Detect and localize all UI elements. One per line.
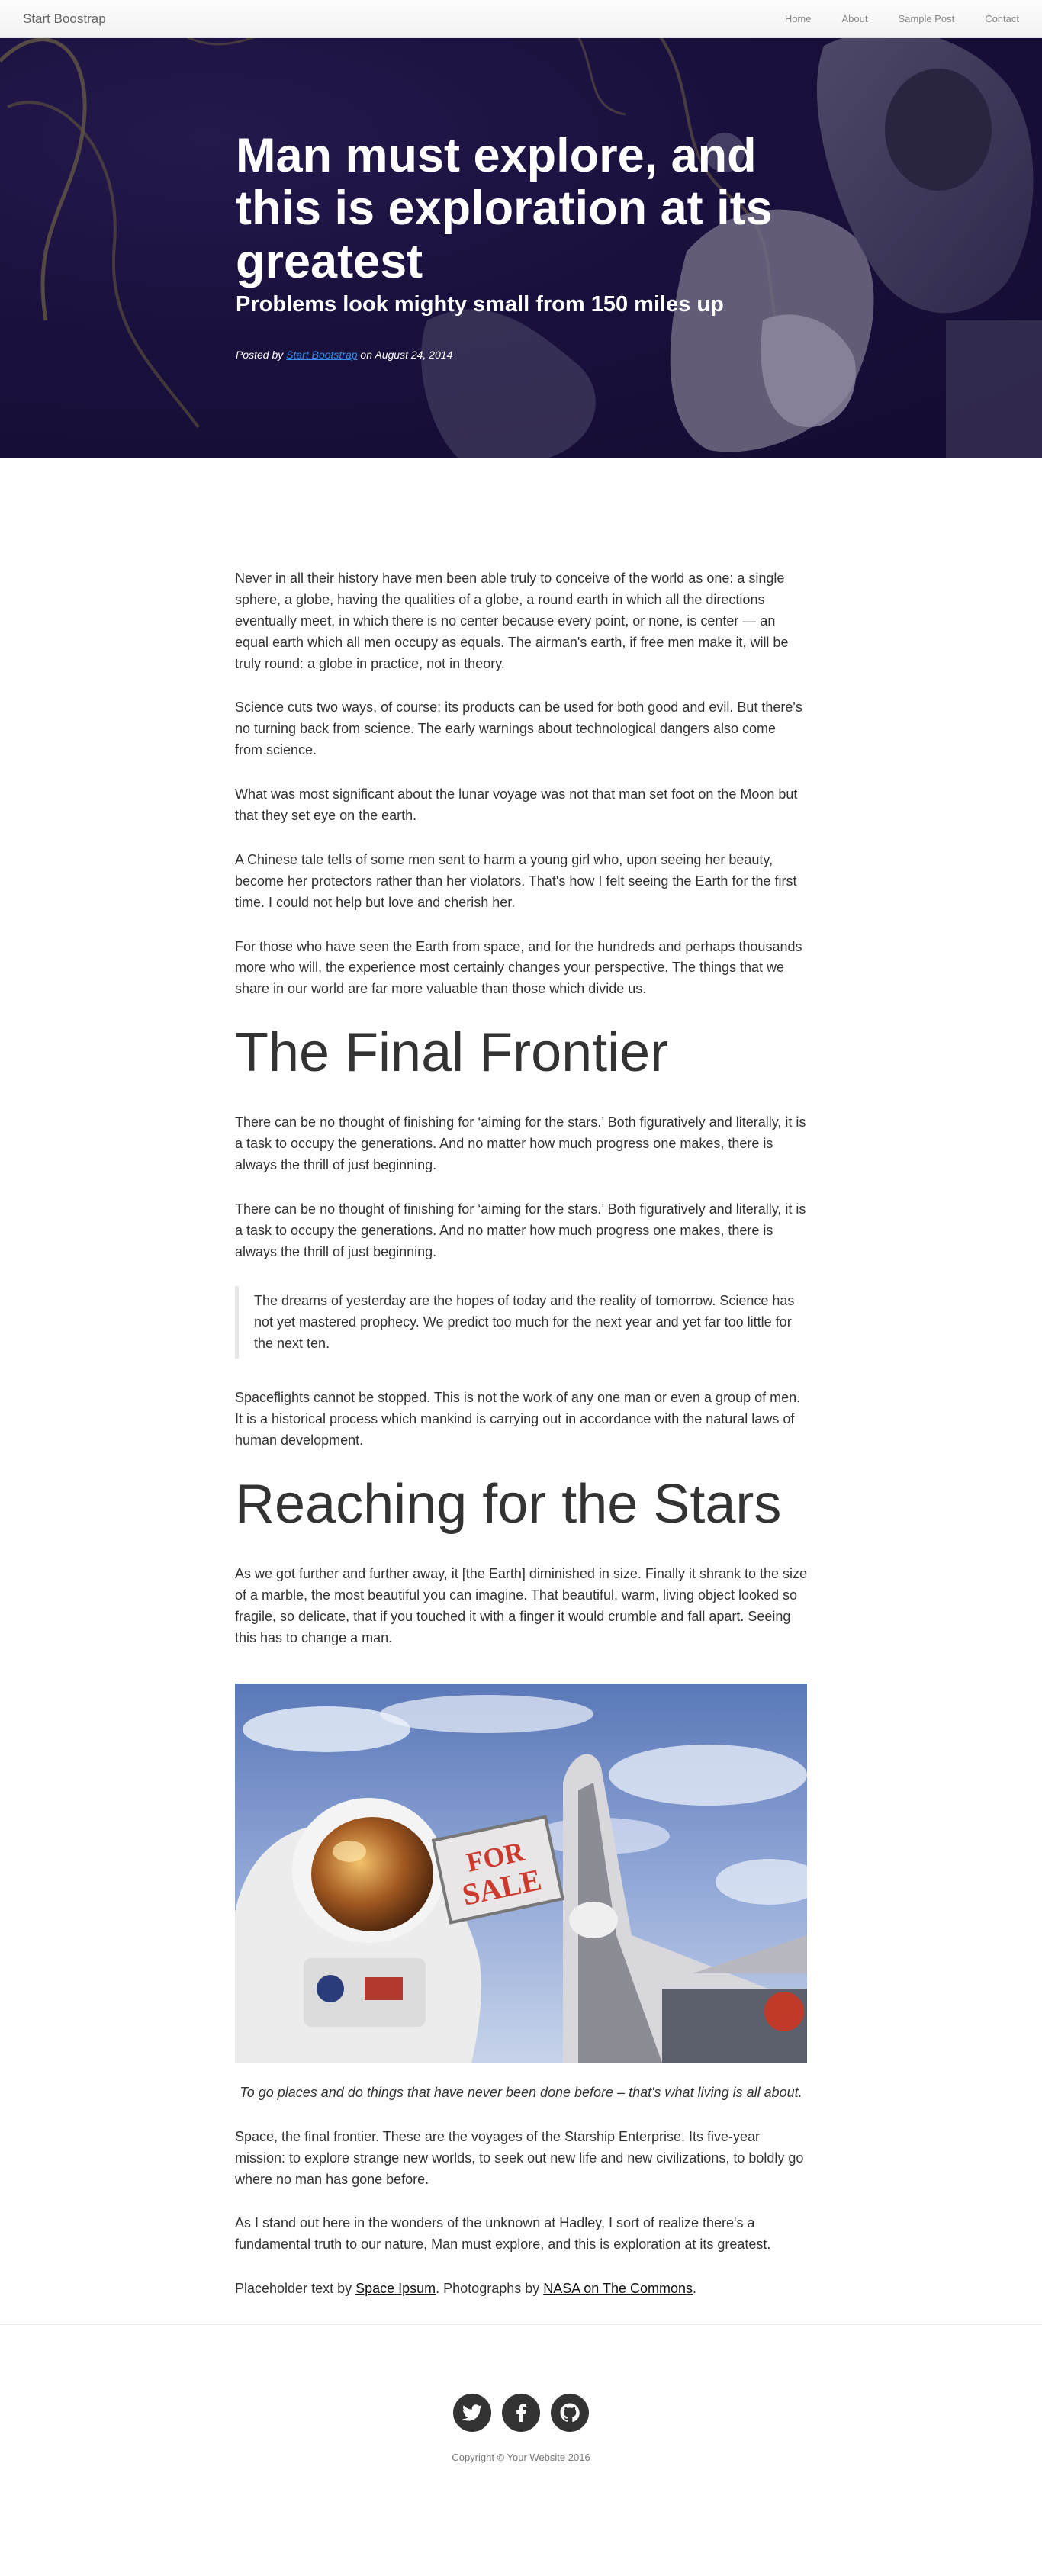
paragraph: A Chinese tale tells of some men sent to…: [235, 851, 797, 910]
meta-date: on August 24, 2014: [357, 348, 453, 361]
post-meta: Posted by Start Bootstrap on August 24, …: [236, 349, 800, 361]
paragraph: As we got further and further away, it […: [235, 1566, 808, 1645]
nav-about[interactable]: About: [827, 13, 883, 24]
post-subtitle: Problems look mighty small from 150 mile…: [236, 291, 724, 317]
footer: Copyright © Your Website 2016: [0, 2325, 1042, 2563]
credits-paragraph: Placeholder text by Space Ipsum. Photogr…: [235, 2279, 807, 2300]
quote-text: The dreams of yesterday are the hopes of…: [254, 1292, 795, 1351]
astronaut-photo-image: FOR SALE: [235, 1683, 807, 2063]
meta-prefix: Posted by: [236, 348, 287, 361]
paragraph: Space, the final frontier. These are the…: [235, 2128, 804, 2187]
author-link[interactable]: Start Bootstrap: [286, 349, 357, 361]
navbar: Start Boostrap Home About Sample Post Co…: [0, 0, 1042, 38]
facebook-icon[interactable]: [502, 2394, 540, 2433]
nav-home[interactable]: Home: [770, 13, 827, 24]
nav-sample-post[interactable]: Sample Post: [883, 13, 970, 24]
section-heading: The Final Frontier: [235, 1022, 669, 1084]
post-title: Man must explore, and this is exploratio…: [236, 129, 773, 288]
github-icon[interactable]: [551, 2394, 589, 2433]
credit-mid: . Photographs by: [436, 2281, 544, 2297]
section-heading: Reaching for the Stars: [235, 1474, 782, 1536]
copyright-text: Copyright © Your Website 2016: [452, 2452, 590, 2464]
blockquote: The dreams of yesterday are the hopes of…: [235, 1285, 807, 1359]
twitter-icon[interactable]: [453, 2394, 491, 2433]
paragraph: Science cuts two ways, of course; its pr…: [235, 699, 802, 758]
credit-suffix: .: [693, 2281, 697, 2297]
nav-links: Home About Sample Post Contact: [770, 13, 1019, 24]
paragraph: For those who have seen the Earth from s…: [235, 938, 802, 997]
paragraph: What was most significant about the luna…: [235, 786, 798, 824]
post-article: Never in all their history have men been…: [235, 458, 807, 2300]
space-ipsum-link[interactable]: Space Ipsum: [355, 2281, 436, 2296]
paragraph: As I stand out here in the wonders of th…: [235, 2215, 771, 2253]
nasa-commons-link[interactable]: NASA on The Commons: [543, 2281, 693, 2296]
paragraph: There can be no thought of finishing for…: [235, 1114, 806, 1173]
social-links: [0, 2394, 1042, 2433]
astronaut-photo: FOR SALE: [235, 1683, 807, 2063]
photo-caption: To go places and do things that have nev…: [240, 2084, 802, 2100]
credit-prefix: Placeholder text by: [235, 2281, 356, 2297]
nav-contact[interactable]: Contact: [970, 13, 1019, 24]
hero-header: Man must explore, and this is exploratio…: [0, 0, 1042, 458]
paragraph: Spaceflights cannot be stopped. This is …: [235, 1390, 801, 1449]
paragraph: Never in all their history have men been…: [235, 571, 789, 671]
brand-link[interactable]: Start Boostrap: [23, 11, 106, 27]
paragraph: There can be no thought of finishing for…: [235, 1201, 806, 1259]
hero-heading: Man must explore, and this is exploratio…: [236, 129, 800, 361]
